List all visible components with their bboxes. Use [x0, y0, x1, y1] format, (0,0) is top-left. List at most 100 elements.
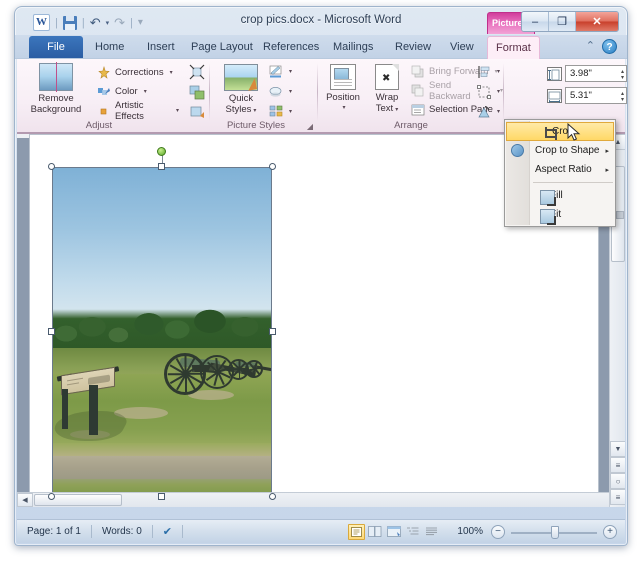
minimize-ribbon-icon[interactable]: ⌃ — [586, 41, 595, 52]
zoom-in-button[interactable]: + — [603, 524, 617, 539]
scroll-left-button[interactable]: ◀ — [17, 493, 33, 507]
handle-bottom-left[interactable] — [48, 493, 55, 500]
proofing-status-icon[interactable]: ✔ — [153, 525, 182, 538]
picture-layout-caret-icon[interactable]: ▾ — [289, 108, 292, 115]
shape-height-input[interactable]: 3.98" ▴ ▾ — [565, 65, 627, 82]
view-print-layout-button[interactable] — [348, 523, 366, 540]
view-draft-button[interactable] — [424, 524, 441, 540]
view-full-screen-reading-button[interactable] — [367, 524, 384, 540]
handle-top-center[interactable] — [158, 163, 165, 170]
picture-layout-icon — [269, 105, 283, 119]
rotate-button[interactable]: ▾ — [477, 103, 500, 120]
align-button[interactable]: ▾ — [477, 63, 500, 80]
zoom-slider-knob[interactable] — [551, 525, 559, 539]
quick-styles-button[interactable]: Quick Styles ▾ — [217, 64, 265, 117]
menu-item-aspect-ratio[interactable]: Aspect Ratio ▸ — [505, 160, 615, 179]
color-caret-icon[interactable]: ▾ — [144, 88, 147, 95]
tab-insert[interactable]: Insert — [139, 36, 183, 59]
handle-bottom-center[interactable] — [158, 493, 165, 500]
menu-item-crop-to-shape[interactable]: Crop to Shape ▸ — [505, 141, 615, 160]
rotation-handle[interactable] — [157, 147, 166, 156]
handle-middle-right[interactable] — [269, 327, 276, 335]
position-button[interactable]: Position ▾ — [321, 64, 365, 114]
close-button[interactable]: ✕ — [576, 12, 618, 31]
corrections-caret-icon[interactable]: ▾ — [170, 69, 173, 76]
photo-treeline — [53, 285, 271, 355]
zoom-out-button[interactable]: − — [491, 524, 505, 539]
tab-review[interactable]: Review — [387, 36, 439, 59]
photo-interpretive-marker — [53, 365, 134, 463]
previous-page-button[interactable]: ≡ — [610, 457, 625, 473]
change-picture-icon[interactable] — [189, 84, 205, 100]
position-caret-icon[interactable]: ▾ — [323, 103, 365, 114]
help-icon[interactable]: ? — [602, 39, 617, 54]
scroll-down-button[interactable]: ▼ — [610, 441, 625, 457]
tab-page-layout[interactable]: Page Layout — [183, 36, 261, 59]
battlefield-photo[interactable] — [52, 167, 272, 496]
menu-item-fit[interactable]: Fit — [505, 205, 615, 225]
handle-top-left[interactable] — [48, 163, 55, 170]
horizontal-scrollbar[interactable]: ◀ — [17, 492, 609, 507]
picture-effects-button[interactable]: ▾ — [269, 83, 292, 100]
select-browse-object-button[interactable]: ○ — [610, 473, 625, 489]
tab-view[interactable]: View — [442, 36, 482, 59]
group-button[interactable]: ▾ — [477, 83, 500, 100]
remove-background-button[interactable]: Remove Background — [25, 62, 87, 115]
next-page-button[interactable]: ≡ — [610, 489, 625, 505]
bring-forward-icon — [411, 65, 425, 79]
position-icon — [330, 64, 356, 90]
artistic-effects-button[interactable]: Artistic Effects ▾ — [97, 99, 179, 122]
picture-effects-icon — [269, 85, 283, 99]
artistic-effects-label: Artistic Effects — [115, 99, 144, 122]
reset-picture-icon[interactable] — [189, 104, 205, 120]
wrap-text-button[interactable]: ✖ Wrap Text ▾ — [367, 64, 407, 116]
tab-references[interactable]: References — [255, 36, 327, 59]
picture-border-caret-icon[interactable]: ▾ — [289, 68, 292, 75]
zoom-level[interactable]: 100% — [449, 526, 491, 537]
maximize-button[interactable]: ❐ — [549, 12, 576, 31]
rotate-caret-icon[interactable]: ▾ — [497, 108, 500, 115]
group-separator-1 — [209, 63, 210, 121]
shape-width-spinner[interactable]: ▴ ▾ — [621, 88, 624, 105]
artistic-effects-icon — [97, 104, 111, 118]
color-button[interactable]: Color ▾ — [97, 83, 147, 100]
view-outline-button[interactable] — [405, 524, 422, 540]
picture-styles-dialog-launcher-icon[interactable]: ◢ — [307, 122, 313, 131]
handle-middle-left[interactable] — [48, 327, 55, 335]
group-label-picture-styles: Picture Styles — [226, 120, 286, 131]
page-indicator[interactable]: Page: 1 of 1 — [17, 526, 91, 537]
shape-width-value: 5.31" — [570, 90, 592, 101]
selected-picture[interactable] — [48, 147, 276, 500]
menu-item-aspect-ratio-label: Aspect Ratio — [535, 164, 592, 175]
tab-format[interactable]: Format — [487, 36, 540, 60]
shape-height-spinner[interactable]: ▴ ▾ — [621, 66, 624, 83]
minimize-button[interactable]: – — [522, 12, 549, 31]
artistic-effects-caret-icon[interactable]: ▾ — [176, 107, 179, 114]
picture-layout-button[interactable]: ▾ — [269, 103, 292, 120]
menu-item-crop[interactable]: Crop — [506, 122, 614, 141]
marker-post-center — [89, 384, 99, 435]
picture-border-button[interactable]: ▾ — [269, 63, 292, 80]
tab-file[interactable]: File — [29, 36, 83, 58]
corrections-button[interactable]: Corrections ▾ — [97, 64, 173, 81]
crop-to-shape-icon — [510, 143, 525, 158]
marker-post-left — [62, 388, 69, 429]
word-count[interactable]: Words: 0 — [92, 526, 152, 537]
handle-top-right[interactable] — [269, 163, 276, 170]
shape-width-icon — [547, 88, 562, 103]
tab-mailings[interactable]: Mailings — [325, 36, 381, 59]
status-bar: Page: 1 of 1 Words: 0 ✔ 100% − + — [17, 519, 625, 543]
align-caret-icon[interactable]: ▾ — [497, 68, 500, 75]
zoom-slider[interactable] — [511, 525, 597, 539]
ribbon-tabs: File Home Insert Page Layout References … — [15, 35, 627, 60]
compress-pictures-icon[interactable] — [189, 64, 205, 80]
view-web-layout-button[interactable] — [386, 524, 403, 540]
remove-background-icon — [39, 62, 73, 92]
tab-home[interactable]: Home — [87, 36, 132, 59]
shape-width-input[interactable]: 5.31" ▴ ▾ — [565, 87, 627, 104]
group-caret-icon[interactable]: ▾ — [497, 88, 500, 95]
handle-bottom-right[interactable] — [269, 493, 276, 500]
shape-height-icon — [547, 66, 562, 81]
picture-effects-caret-icon[interactable]: ▾ — [289, 88, 292, 95]
menu-item-fill[interactable]: Fill — [505, 186, 615, 206]
